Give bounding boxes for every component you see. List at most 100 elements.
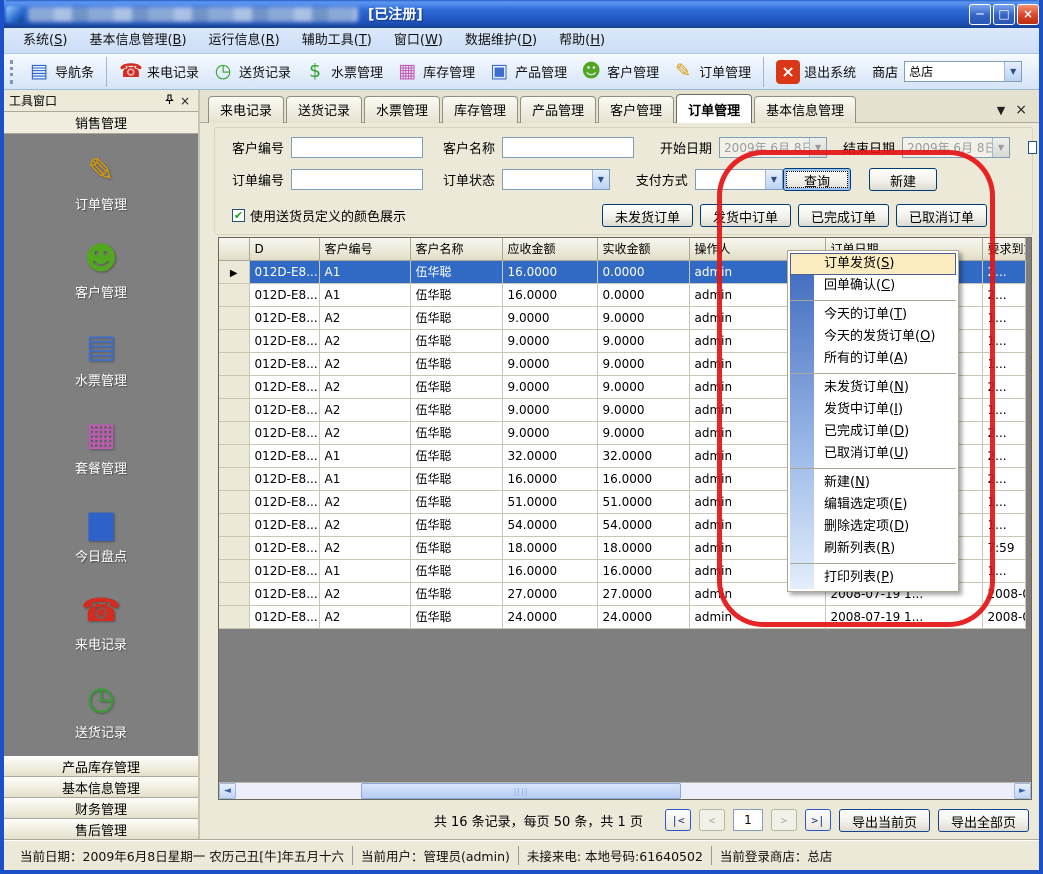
context-menu-item[interactable]: 新建(N) (790, 468, 956, 494)
sidebar-item[interactable]: ▦ 套餐管理 (4, 412, 198, 490)
toolbar-button[interactable]: ▦ 库存管理 (389, 57, 481, 87)
context-menu-item[interactable]: 今天的发货订单(O) (790, 326, 956, 348)
maximize-button[interactable]: □ (993, 4, 1015, 25)
sidebar-item[interactable]: ☻ 客户管理 (4, 236, 198, 314)
order-context-menu: 订单发货(S) 回单确认(C) 今天的订单(T) 今天的发货订单(O) 所有的订… (787, 250, 959, 592)
status-segment: 当前登录商店：总店 (711, 846, 841, 865)
chevron-down-icon[interactable]: ▼ (592, 170, 609, 189)
sidebar-item[interactable]: ☎ 来电记录 (4, 588, 198, 666)
pay-method-select[interactable]: ▼ (695, 169, 783, 190)
enable-checkbox[interactable] (1028, 141, 1037, 154)
end-date-picker[interactable]: 2009年 6月 8日 ▼ (902, 137, 1010, 158)
menu-item[interactable]: 辅助工具(T) (291, 28, 383, 53)
menu-item[interactable]: 窗口(W) (383, 28, 454, 53)
column-header-required-date[interactable]: 要求到货日期 (982, 238, 1025, 260)
context-menu-item[interactable]: 已取消订单(U) (790, 443, 956, 465)
tab[interactable]: 产品管理 (520, 96, 596, 123)
context-menu-item[interactable]: 今天的订单(T) (790, 300, 956, 326)
tab[interactable]: 订单管理 (676, 94, 752, 123)
chevron-down-icon[interactable]: ▼ (1004, 62, 1021, 81)
new-button[interactable]: 新建 (869, 168, 937, 191)
tab[interactable]: 基本信息管理 (754, 96, 856, 123)
order-status-select[interactable]: ▼ (502, 169, 610, 190)
order-status-filter-button[interactable]: 已取消订单 (896, 204, 987, 227)
context-menu-item[interactable]: 回单确认(C) (790, 275, 956, 297)
page-number-input[interactable] (733, 809, 763, 831)
close-button[interactable]: × (1017, 4, 1039, 25)
tab[interactable]: 送货记录 (286, 96, 362, 123)
column-header-customer-code[interactable]: 客户编号 (319, 238, 410, 260)
toolbar-button[interactable]: ▤ 导航条 (21, 57, 100, 87)
export-all-pages-button[interactable]: 导出全部页 (938, 809, 1029, 832)
minimize-button[interactable]: ─ (969, 4, 991, 25)
context-menu-item[interactable]: 未发货订单(N) (790, 373, 956, 399)
tab[interactable]: 库存管理 (442, 96, 518, 123)
sidebar-section-bar[interactable]: 财务管理 (4, 798, 198, 819)
context-menu-item[interactable]: 所有的订单(A) (790, 348, 956, 370)
scroll-left-icon[interactable]: ◄ (219, 783, 236, 799)
sidebar-section-bar[interactable]: 产品库存管理 (4, 756, 198, 777)
last-page-button[interactable]: >| (805, 809, 831, 831)
column-header-customer-name[interactable]: 客户名称 (410, 238, 502, 260)
menu-item[interactable]: 基本信息管理(B) (78, 28, 197, 53)
customer-name-input[interactable] (502, 137, 634, 158)
sidebar-item[interactable]: ✎ 订单管理 (4, 148, 198, 226)
color-display-checkbox[interactable]: ✔ (232, 209, 245, 222)
context-menu-item[interactable]: 打印列表(P) (790, 563, 956, 589)
shop-combobox[interactable]: 总店 ▼ (904, 61, 1022, 82)
context-menu-item[interactable]: 刷新列表(R) (790, 538, 956, 560)
order-status-filter-button[interactable]: 发货中订单 (700, 204, 791, 227)
menu-item[interactable]: 数据维护(D) (454, 28, 548, 53)
toolbar-button[interactable]: ☎ 来电记录 (106, 57, 205, 87)
sidebar-item[interactable]: ◷ 送货记录 (4, 676, 198, 754)
scrollbar-thumb[interactable] (361, 783, 681, 799)
order-edit-icon: ✎ (81, 148, 121, 192)
next-page-button[interactable]: > (771, 809, 797, 831)
toolbar-button[interactable]: ▣ 产品管理 (481, 57, 573, 87)
close-icon[interactable]: × (177, 94, 193, 108)
sidebar-section-bar[interactable]: 售后管理 (4, 819, 198, 840)
context-menu-item[interactable]: 发货中订单(I) (790, 399, 956, 421)
context-menu-item[interactable]: 删除选定项(D) (790, 516, 956, 538)
pin-icon[interactable] (161, 94, 177, 108)
column-header-selector[interactable] (219, 238, 249, 260)
menu-item[interactable]: 运行信息(R) (198, 28, 291, 53)
first-page-button[interactable]: |< (665, 809, 691, 831)
customer-code-input[interactable] (291, 137, 423, 158)
horizontal-scrollbar[interactable]: ◄ ► (219, 782, 1031, 799)
order-code-input[interactable] (291, 169, 423, 190)
sidebar-item[interactable]: ▆ 今日盘点 (4, 500, 198, 578)
column-header-received[interactable]: 实收金额 (597, 238, 689, 260)
column-header-receivable[interactable]: 应收金额 (502, 238, 597, 260)
sidebar-item[interactable]: ▤ 水票管理 (4, 324, 198, 402)
table-row[interactable]: ▶ 012D-E8... A2 伍华聪 24.0000 24.0000 admi… (219, 605, 1025, 628)
toolbar-button[interactable]: × 退出系统 (763, 57, 862, 87)
tab[interactable]: 来电记录 (208, 96, 284, 123)
column-header-id[interactable]: D (249, 238, 319, 260)
context-menu-item[interactable]: 已完成订单(D) (790, 421, 956, 443)
toolbar-button[interactable]: ◷ 送货记录 (205, 57, 297, 87)
order-status-filter-button[interactable]: 已完成订单 (798, 204, 889, 227)
context-menu-item[interactable]: 编辑选定项(E) (790, 494, 956, 516)
start-date-picker[interactable]: 2009年 6月 8日 ▼ (719, 137, 827, 158)
toolbar-button[interactable]: $ 水票管理 (297, 57, 389, 87)
context-menu-item[interactable]: 订单发货(S) (790, 253, 956, 275)
customers-icon: ☻ (579, 60, 603, 84)
menu-item[interactable]: 系统(S) (12, 28, 78, 53)
export-current-page-button[interactable]: 导出当前页 (839, 809, 930, 832)
tab-dropdown-icon[interactable]: ▼ (997, 104, 1005, 117)
prev-page-button[interactable]: < (699, 809, 725, 831)
menu-item[interactable]: 帮助(H) (548, 28, 616, 53)
scroll-right-icon[interactable]: ► (1014, 783, 1031, 799)
sidebar-section-sales[interactable]: 销售管理 (4, 112, 198, 134)
order-status-filter-button[interactable]: 未发货订单 (602, 204, 693, 227)
chevron-down-icon[interactable]: ▼ (765, 170, 782, 189)
toolbar-button[interactable]: ☻ 客户管理 (573, 57, 665, 87)
tab[interactable]: 水票管理 (364, 96, 440, 123)
toolbar-grip-handle[interactable] (10, 60, 16, 84)
sidebar-section-bar[interactable]: 基本信息管理 (4, 777, 198, 798)
toolbar-button[interactable]: ✎ 订单管理 (665, 57, 757, 87)
tab[interactable]: 客户管理 (598, 96, 674, 123)
query-button[interactable]: 查询 (783, 168, 851, 191)
tab-close-icon[interactable]: × (1015, 102, 1027, 118)
